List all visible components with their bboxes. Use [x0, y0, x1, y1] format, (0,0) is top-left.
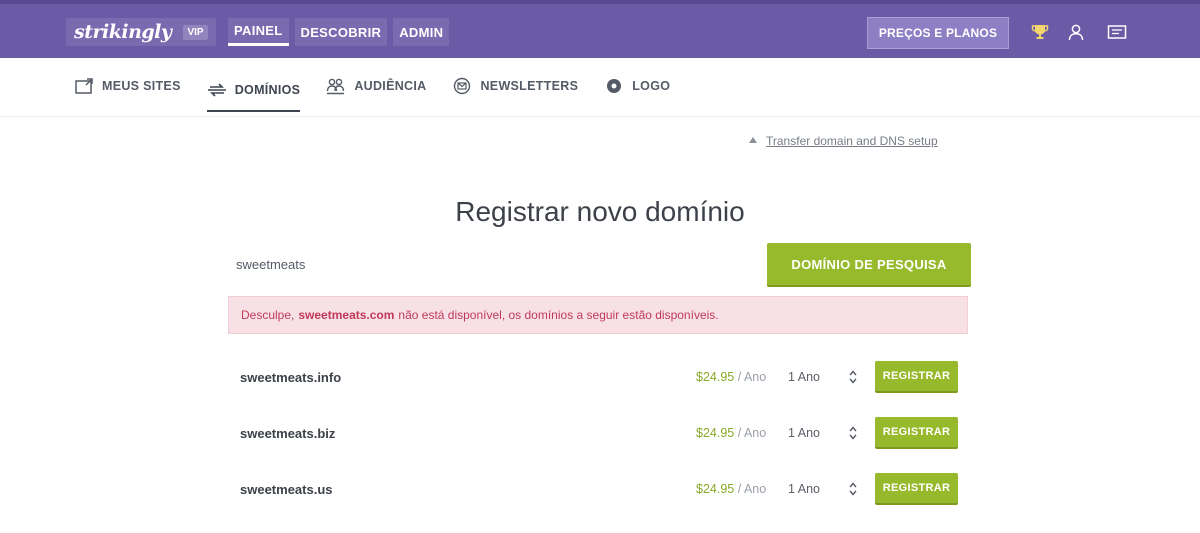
- domains-icon: [207, 83, 226, 97]
- subnav-label: DOMÍNIOS: [234, 83, 301, 97]
- period-select[interactable]: 1 Ano: [784, 476, 862, 502]
- top-nav-descobrir[interactable]: DESCOBRIR: [294, 18, 388, 46]
- subnav-item-meus-sites[interactable]: MEUS SITES: [74, 70, 181, 102]
- subnav-label: AUDIÊNCIA: [354, 79, 427, 93]
- user-icon[interactable]: [1063, 19, 1089, 45]
- price-unit: / Ano: [737, 482, 767, 496]
- alert-prefix: Desculpe,: [241, 308, 295, 322]
- domain-result-row: sweetmeats.biz $24.95 / Ano 1 Ano REGIST…: [228, 414, 968, 454]
- search-domain-button[interactable]: DOMÍNIO DE PESQUISA: [767, 243, 971, 285]
- subnav-label: MEUS SITES: [102, 79, 181, 93]
- price-value: $24.95: [696, 426, 735, 440]
- subnav-item-audiencia[interactable]: AUDIÊNCIA: [326, 70, 426, 102]
- trophy-icon[interactable]: [1027, 19, 1053, 45]
- register-button[interactable]: REGISTRAR: [875, 361, 958, 391]
- period-value: 1 Ano: [788, 426, 820, 440]
- newsletters-icon: [454, 77, 471, 95]
- price-unit: / Ano: [737, 370, 767, 384]
- vip-badge: VIP: [183, 24, 208, 40]
- arrow-up-icon: [749, 137, 757, 143]
- audience-icon: [327, 78, 345, 95]
- dashboard-subnav: MEUS SITES DOMÍNIOS AUDIÊNCIA NEWSLETTER…: [74, 70, 670, 112]
- logo-text: strikingly: [74, 21, 172, 43]
- messages-icon[interactable]: [1104, 19, 1130, 45]
- subnav-item-logo[interactable]: LOGO: [604, 70, 670, 102]
- domain-price: $24.95 / Ano: [696, 482, 766, 496]
- price-value: $24.95: [696, 370, 735, 384]
- top-nav-painel[interactable]: PAINEL: [228, 18, 289, 46]
- subnav-item-dominios[interactable]: DOMÍNIOS: [206, 70, 301, 112]
- sites-icon: [75, 78, 93, 94]
- logo-icon: [607, 79, 622, 93]
- transfer-domain: Transfer domain and DNS setup: [748, 134, 938, 148]
- price-unit: / Ano: [737, 426, 767, 440]
- domain-search-box: [228, 243, 748, 285]
- up-down-chevron-icon: [849, 370, 857, 384]
- period-value: 1 Ano: [788, 482, 820, 496]
- subnav-label: LOGO: [632, 79, 671, 93]
- register-button[interactable]: REGISTRAR: [875, 417, 958, 447]
- period-value: 1 Ano: [788, 370, 820, 384]
- top-navigation-bar: strikingly VIP PAINEL DESCOBRIR ADMIN PR…: [0, 0, 1200, 58]
- subnav-item-newsletters[interactable]: NEWSLETTERS: [452, 70, 578, 102]
- page-title: Registrar novo domínio: [455, 196, 745, 227]
- top-nav-admin[interactable]: ADMIN: [393, 18, 450, 46]
- domain-name: sweetmeats.info: [240, 370, 342, 385]
- top-nav: PAINEL DESCOBRIR ADMIN: [228, 18, 450, 46]
- alert-domain: sweetmeats.com: [298, 308, 395, 322]
- strikingly-logo[interactable]: strikingly VIP: [66, 18, 216, 46]
- domain-price: $24.95 / Ano: [696, 426, 766, 440]
- domain-result-row: sweetmeats.us $24.95 / Ano 1 Ano REGISTR…: [228, 470, 968, 510]
- subnav-label: NEWSLETTERS: [480, 79, 579, 93]
- alert-suffix: não está disponível, os domínios a segui…: [398, 308, 719, 322]
- up-down-chevron-icon: [849, 426, 857, 440]
- domain-price: $24.95 / Ano: [696, 370, 766, 384]
- price-value: $24.95: [696, 482, 735, 496]
- up-down-chevron-icon: [849, 482, 857, 496]
- transfer-domain-link[interactable]: Transfer domain and DNS setup: [766, 134, 938, 148]
- period-select[interactable]: 1 Ano: [784, 420, 862, 446]
- domain-result-row: sweetmeats.info $24.95 / Ano 1 Ano REGIS…: [228, 358, 968, 398]
- subnav-divider: [0, 116, 1200, 117]
- domain-search-input[interactable]: [236, 243, 748, 285]
- unavailable-alert: Desculpe, sweetmeats.com não está dispon…: [228, 296, 968, 334]
- domain-name: sweetmeats.us: [240, 482, 333, 497]
- pricing-plans-button[interactable]: PREÇOS E PLANOS: [867, 17, 1009, 49]
- period-select[interactable]: 1 Ano: [784, 364, 862, 390]
- domain-name: sweetmeats.biz: [240, 426, 336, 441]
- register-button[interactable]: REGISTRAR: [875, 473, 958, 503]
